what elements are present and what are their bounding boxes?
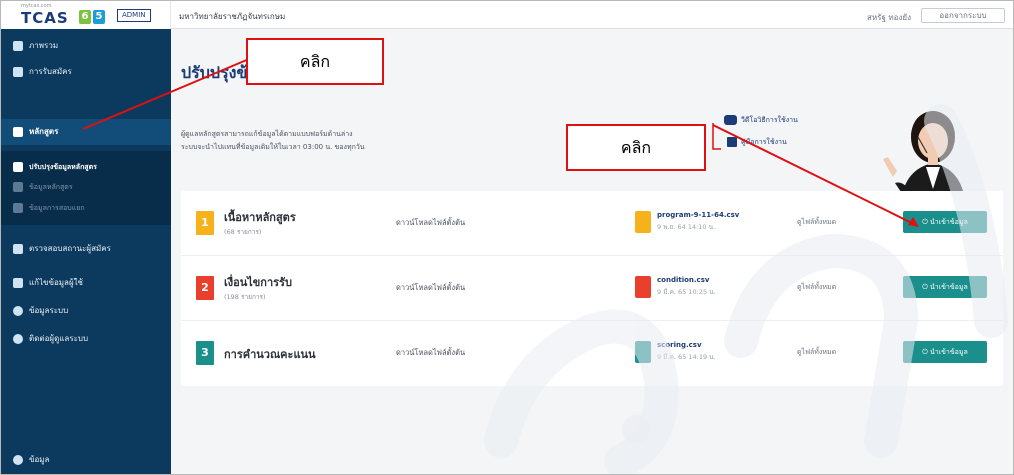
file-name-link[interactable]: scoring.csv — [657, 341, 702, 349]
manual-help-link[interactable]: คู่มือการใช้งาน — [727, 136, 787, 148]
view-all-files-link[interactable]: ดูไฟล์ทั้งหมด — [797, 347, 836, 358]
sidebar-item-curriculum[interactable]: หลักสูตร — [1, 119, 171, 145]
user-name[interactable]: สหรัฐ ทองยัง — [867, 11, 911, 24]
logout-button[interactable]: ออกจากระบบ — [921, 8, 1005, 23]
document-icon — [727, 137, 737, 147]
app-window: mytcas.com TCAS 6 5 ADMIN มหาวิทยาลัยราช… — [0, 0, 1014, 475]
video-play-icon — [724, 115, 737, 125]
sidebar-item-label: หลักสูตร — [29, 127, 59, 136]
row-title: การคำนวณคะแนน — [224, 348, 316, 361]
sidebar-subitem-label: ข้อมูลการสอบแยก — [29, 204, 85, 212]
sidebar-item-admission[interactable]: การรับสมัคร — [1, 61, 171, 83]
people-icon — [13, 244, 23, 254]
import-button-label: นำเข้าข้อมูล — [930, 283, 968, 291]
admin-badge: ADMIN — [117, 9, 151, 22]
file-row: 3 การคำนวณคะแนน ดาวน์โหลดไฟล์ตั้งต้น sco… — [181, 321, 1003, 386]
import-button-label: นำเข้าข้อมูล — [930, 348, 968, 356]
info-icon — [13, 306, 23, 316]
building-icon — [13, 41, 23, 51]
sidebar-item-info[interactable]: ข้อมูล — [1, 449, 171, 471]
logo-year-digit: 5 — [93, 10, 105, 24]
import-button-label: นำเข้าข้อมูล — [930, 218, 968, 226]
page-description: ผู้ดูแลหลักสูตรสามารถแก้ข้อมูลได้ตามแบบฟ… — [181, 128, 365, 154]
list-icon — [13, 203, 23, 213]
video-help-link[interactable]: วีดีโอวิธีการใช้งาน — [724, 114, 798, 126]
user-group-icon — [13, 278, 23, 288]
sidebar-item-system-info[interactable]: ข้อมูลระบบ — [1, 300, 171, 322]
logo-area: mytcas.com TCAS 6 5 ADMIN — [1, 1, 171, 29]
sidebar-item-label: ภาพรวม — [29, 41, 59, 50]
download-template-link[interactable]: ดาวน์โหลดไฟล์ตั้งต้น — [396, 347, 465, 359]
file-name-link[interactable]: condition.csv — [657, 276, 709, 284]
import-data-button[interactable]: ⏻ นำเข้าข้อมูล — [903, 211, 987, 233]
sidebar-subitem-curriculum-data[interactable]: ข้อมูลหลักสูตร — [1, 177, 171, 197]
video-help-label: วีดีโอวิธีการใช้งาน — [741, 116, 798, 124]
file-date: 9 พ.ย. 64 14:10 น. — [657, 223, 716, 231]
import-data-button[interactable]: ⏻ นำเข้าข้อมูล — [903, 341, 987, 363]
curriculum-icon — [13, 127, 23, 137]
row-number-badge: 1 — [196, 211, 214, 235]
curriculum-edit-icon — [13, 162, 23, 172]
sidebar-item-label: การรับสมัคร — [29, 67, 72, 76]
sidebar-item-contact-admin[interactable]: ติดต่อผู้ดูแลระบบ — [1, 328, 171, 350]
sidebar: ภาพรวม การรับสมัคร หลักสูตร ปรับปรุงข้อม… — [1, 29, 171, 474]
import-data-button[interactable]: ⏻ นำเข้าข้อมูล — [903, 276, 987, 298]
sidebar-subitem-label: ปรับปรุงข้อมูลหลักสูตร — [29, 163, 97, 171]
row-number-badge: 2 — [196, 276, 214, 300]
view-all-files-link[interactable]: ดูไฟล์ทั้งหมด — [797, 217, 836, 228]
top-bar: mytcas.com TCAS 6 5 ADMIN มหาวิทยาลัยราช… — [1, 1, 1013, 29]
list-icon — [13, 182, 23, 192]
sidebar-subitem-exam-data[interactable]: ข้อมูลการสอบแยก — [1, 198, 171, 218]
info-circle-icon — [13, 455, 23, 465]
tcas-logo[interactable]: TCAS — [21, 9, 69, 27]
phone-icon — [13, 334, 23, 344]
file-row: 1 เนื้อหาหลักสูตร (68 รายการ) ดาวน์โหลดไ… — [181, 191, 1003, 256]
file-row: 2 เงื่อนไขการรับ (198 รายการ) ดาวน์โหลดไ… — [181, 256, 1003, 321]
curriculum-files-card: 1 เนื้อหาหลักสูตร (68 รายการ) ดาวน์โหลดไ… — [181, 191, 1003, 386]
manual-help-label: คู่มือการใช้งาน — [741, 138, 787, 146]
file-date: 9 มี.ค. 65 14:19 น. — [657, 353, 716, 361]
description-line: ระบบจะนำไปแทนที่ข้อมูลเดิมให้ในเวลา 03:0… — [181, 143, 365, 151]
grid-icon — [13, 67, 23, 77]
file-name-link[interactable]: program-9-11-64.csv — [657, 211, 739, 219]
sidebar-item-label: ข้อมูล — [29, 455, 50, 464]
sidebar-item-applicant-status[interactable]: ตรวจสอบสถานะผู้สมัคร — [1, 238, 171, 260]
csv-file-icon — [635, 211, 651, 233]
view-all-files-link[interactable]: ดูไฟล์ทั้งหมด — [797, 282, 836, 293]
sidebar-item-label: แก้ไขข้อมูลผู้ใช้ — [29, 278, 83, 287]
row-count: (68 รายการ) — [224, 228, 262, 236]
sidebar-subitem-label: ข้อมูลหลักสูตร — [29, 183, 73, 191]
sidebar-item-label: ติดต่อผู้ดูแลระบบ — [29, 334, 89, 343]
university-name: มหาวิทยาลัยราชภัฏจันทรเกษม — [179, 12, 286, 21]
description-line: ผู้ดูแลหลักสูตรสามารถแก้ข้อมูลได้ตามแบบฟ… — [181, 130, 353, 138]
csv-file-icon — [635, 341, 651, 363]
click-callout: คลิก — [246, 38, 384, 85]
sidebar-item-label: ข้อมูลระบบ — [29, 306, 69, 315]
file-date: 9 มี.ค. 65 10:25 น. — [657, 288, 716, 296]
presenter-illustration — [883, 111, 965, 201]
csv-file-icon — [635, 276, 651, 298]
sidebar-item-label: ตรวจสอบสถานะผู้สมัคร — [29, 244, 111, 253]
sidebar-item-overview[interactable]: ภาพรวม — [1, 35, 171, 57]
sidebar-item-edit-users[interactable]: แก้ไขข้อมูลผู้ใช้ — [1, 272, 171, 294]
sidebar-submenu: ปรับปรุงข้อมูลหลักสูตร ข้อมูลหลักสูตร ข้… — [1, 151, 171, 225]
download-template-link[interactable]: ดาวน์โหลดไฟล์ตั้งต้น — [396, 217, 465, 229]
download-template-link[interactable]: ดาวน์โหลดไฟล์ตั้งต้น — [396, 282, 465, 294]
row-count: (198 รายการ) — [224, 293, 266, 301]
row-title: เงื่อนไขการรับ — [224, 276, 292, 289]
logo-year-digit: 6 — [79, 10, 91, 24]
row-number-badge: 3 — [196, 341, 214, 365]
row-title: เนื้อหาหลักสูตร — [224, 211, 296, 224]
click-callout: คลิก — [566, 124, 706, 171]
sidebar-subitem-update-curriculum[interactable]: ปรับปรุงข้อมูลหลักสูตร — [1, 157, 171, 177]
